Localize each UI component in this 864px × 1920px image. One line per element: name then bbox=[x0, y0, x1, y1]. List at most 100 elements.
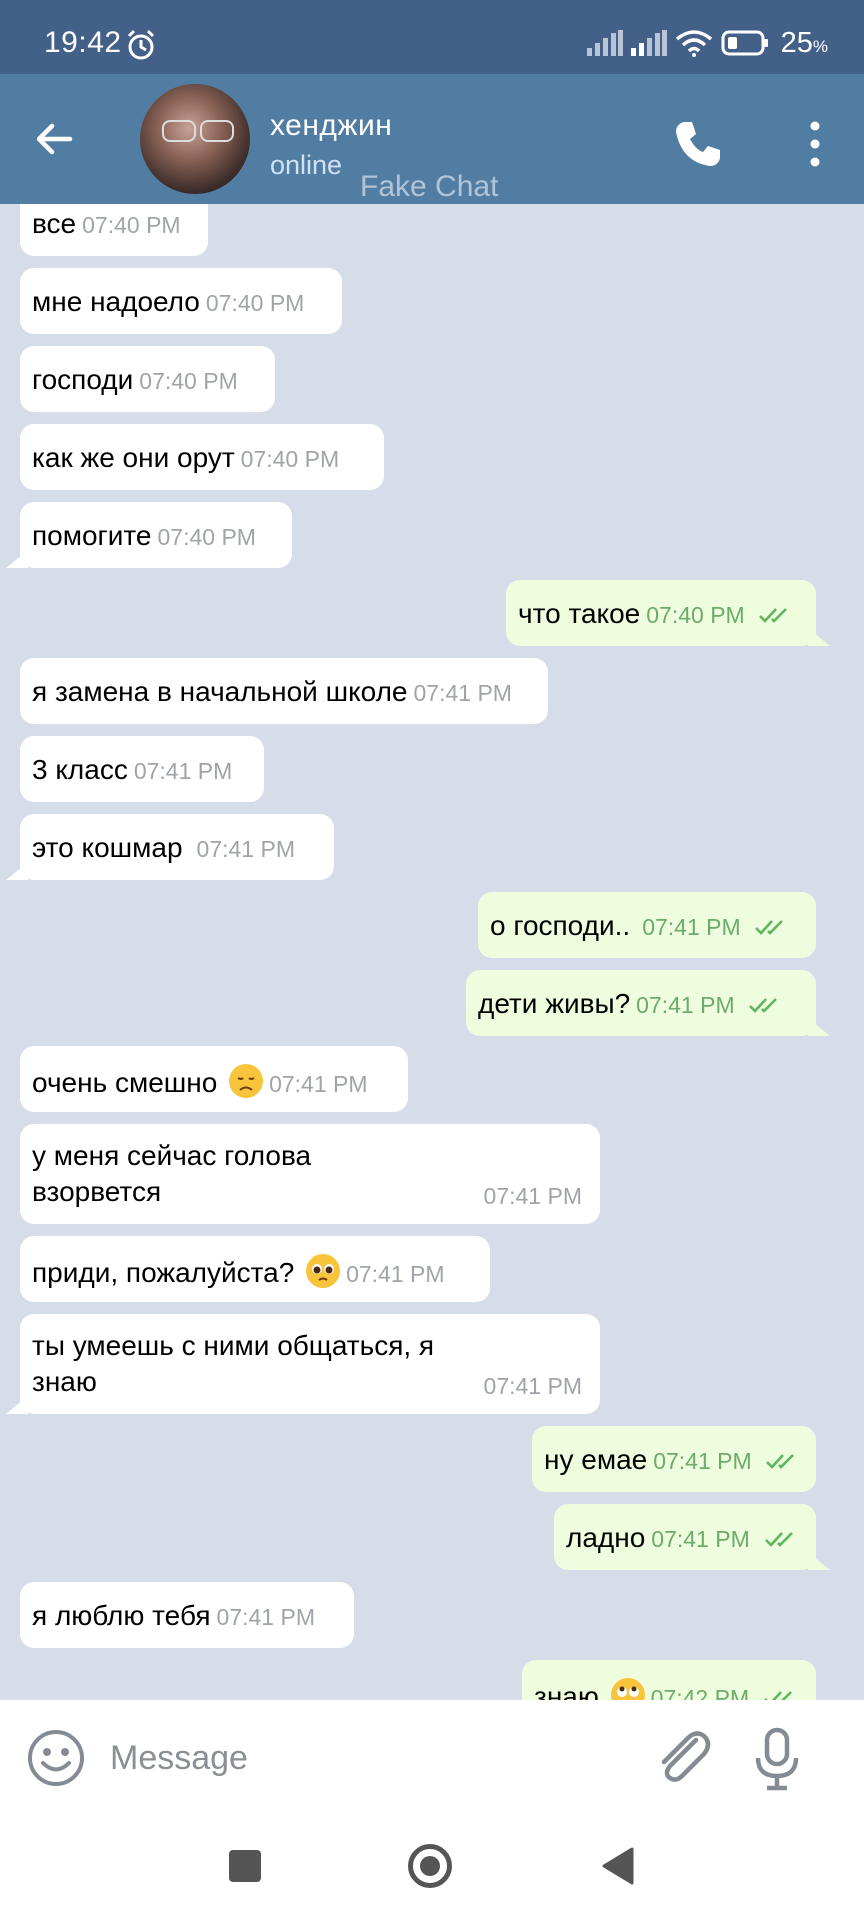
signal-icon bbox=[630, 30, 667, 56]
triangle-back-icon bbox=[602, 1847, 634, 1885]
message-incoming[interactable]: все 07:40 PM bbox=[20, 204, 208, 256]
message-time: 07:41 PM bbox=[642, 914, 741, 940]
message-incoming[interactable]: господи 07:40 PM bbox=[20, 346, 275, 412]
message-time: 07:41 PM bbox=[133, 758, 233, 784]
message-time: 07:40 PM bbox=[646, 602, 745, 628]
message-time: 07:42 PM bbox=[650, 1685, 750, 1700]
message-time: 07:41 PM bbox=[651, 1526, 750, 1552]
attach-button[interactable] bbox=[652, 1726, 712, 1790]
message-time: 07:41 PM bbox=[636, 992, 735, 1018]
emoji-button[interactable] bbox=[26, 1728, 86, 1788]
microphone-icon bbox=[755, 1727, 799, 1791]
message-text: приди, пожалуйста? bbox=[32, 1257, 295, 1288]
message-text: у меня сейчас голова взорвется bbox=[32, 1140, 312, 1207]
disappointed-face-icon bbox=[229, 1064, 264, 1098]
alarm-clock-icon bbox=[124, 28, 158, 62]
read-checkmarks-icon bbox=[763, 1691, 792, 1700]
message-incoming[interactable]: я замена в начальной школе 07:41 PM bbox=[20, 658, 548, 724]
message-incoming[interactable]: приди, пожалуйста? 07:41 PM bbox=[20, 1236, 490, 1302]
battery-percentage: 25% bbox=[780, 26, 828, 59]
message-text: о господи.. bbox=[490, 910, 631, 941]
message-incoming[interactable]: очень смешно 07:41 PM bbox=[20, 1046, 408, 1112]
status-time: 19:42 bbox=[44, 26, 122, 59]
signal-icon bbox=[586, 30, 623, 56]
message-text: как же они орут bbox=[32, 442, 235, 473]
message-time: 07:41 PM bbox=[196, 836, 295, 862]
message-incoming[interactable]: мне надоело 07:40 PM bbox=[20, 268, 342, 334]
message-text: я замена в начальной школе bbox=[32, 676, 408, 707]
message-time: 07:41 PM bbox=[413, 680, 512, 706]
read-checkmarks-icon bbox=[755, 920, 784, 935]
message-time: 07:41 PM bbox=[269, 1071, 368, 1097]
more-options-button[interactable] bbox=[800, 118, 830, 170]
message-text: дети живы? bbox=[478, 988, 631, 1019]
call-button[interactable] bbox=[672, 118, 724, 170]
message-incoming[interactable]: как же они орут 07:40 PM bbox=[20, 424, 384, 490]
message-text: знаю bbox=[534, 1681, 599, 1700]
message-incoming[interactable]: 3 класс 07:41 PM bbox=[20, 736, 264, 802]
message-outgoing[interactable]: о господи.. 07:41 PM bbox=[478, 892, 816, 958]
more-vertical-icon bbox=[810, 121, 820, 167]
message-outgoing[interactable]: знаю 07:42 PM bbox=[522, 1660, 816, 1700]
message-time: 07:40 PM bbox=[205, 290, 305, 316]
wifi-icon bbox=[675, 29, 713, 57]
message-composer bbox=[0, 1700, 864, 1816]
message-input[interactable] bbox=[110, 1730, 630, 1786]
message-time: 07:41 PM bbox=[216, 1604, 315, 1630]
message-text: я люблю тебя bbox=[32, 1600, 211, 1631]
system-back-button[interactable] bbox=[600, 1846, 636, 1886]
message-outgoing[interactable]: что такое 07:40 PM bbox=[506, 580, 830, 646]
message-time: 07:41 PM bbox=[483, 1183, 582, 1209]
message-text: это кошмар bbox=[32, 832, 183, 863]
message-text: что такое bbox=[518, 598, 641, 629]
message-incoming[interactable]: ты умеешь с ними общаться, я знаю 07:41 … bbox=[6, 1314, 600, 1414]
message-time: 07:41 PM bbox=[653, 1448, 752, 1474]
message-text: ладно bbox=[566, 1522, 646, 1553]
contact-status: online bbox=[270, 150, 343, 180]
system-navigation-bar bbox=[0, 1816, 864, 1920]
read-checkmarks-icon bbox=[759, 608, 788, 623]
smiley-icon bbox=[28, 1730, 84, 1786]
message-time: 07:40 PM bbox=[157, 524, 256, 550]
back-button[interactable] bbox=[30, 114, 90, 164]
message-text: все bbox=[32, 208, 77, 239]
pleading-face-icon bbox=[306, 1254, 341, 1288]
read-checkmarks-icon bbox=[764, 1532, 793, 1547]
phone-icon bbox=[676, 122, 720, 166]
status-indicators: 25% bbox=[586, 26, 828, 60]
read-checkmarks-icon bbox=[766, 1454, 795, 1469]
message-time: 07:40 PM bbox=[82, 212, 181, 238]
message-text: господи bbox=[32, 364, 134, 395]
message-text: помогите bbox=[32, 520, 152, 551]
chat-header: хенджин online Fake Chat bbox=[0, 74, 864, 204]
eye-roll-face-icon bbox=[610, 1678, 645, 1700]
microphone-button[interactable] bbox=[752, 1726, 802, 1792]
message-outgoing[interactable]: ну емае 07:41 PM bbox=[532, 1426, 816, 1492]
message-text: ну емае bbox=[544, 1444, 648, 1475]
message-list[interactable]: все 07:40 PM мне надоело 07:40 PM господи 0… bbox=[0, 204, 864, 1700]
read-checkmarks-icon bbox=[749, 998, 778, 1013]
message-outgoing[interactable]: ладно 07:41 PM bbox=[554, 1504, 830, 1570]
paperclip-icon bbox=[661, 1731, 711, 1782]
message-time: 07:41 PM bbox=[483, 1373, 582, 1399]
message-time: 07:40 PM bbox=[240, 446, 340, 472]
message-time: 07:41 PM bbox=[346, 1261, 445, 1287]
message-time: 07:40 PM bbox=[139, 368, 238, 394]
status-bar: 19:42 25% bbox=[0, 0, 864, 74]
avatar[interactable] bbox=[140, 84, 250, 194]
battery-icon bbox=[721, 29, 769, 57]
message-incoming[interactable]: у меня сейчас голова взорвется 07:41 PM bbox=[20, 1124, 600, 1224]
message-incoming[interactable]: помогите 07:40 PM bbox=[6, 502, 292, 568]
message-text: ты умеешь с ними общаться, я знаю bbox=[32, 1330, 435, 1397]
message-incoming[interactable]: я люблю тебя 07:41 PM bbox=[20, 1582, 354, 1648]
message-incoming[interactable]: это кошмар 07:41 PM bbox=[6, 814, 334, 880]
message-outgoing[interactable]: дети живы? 07:41 PM bbox=[466, 970, 830, 1036]
watermark: Fake Chat bbox=[360, 170, 499, 203]
arrow-left-icon bbox=[36, 123, 73, 155]
home-button[interactable] bbox=[408, 1844, 452, 1888]
contact-name[interactable]: хенджин bbox=[270, 109, 392, 143]
message-text: 3 класс bbox=[32, 754, 128, 785]
message-text: мне надоело bbox=[32, 286, 200, 317]
message-text: очень смешно bbox=[32, 1067, 218, 1098]
recent-apps-button[interactable] bbox=[229, 1850, 261, 1882]
